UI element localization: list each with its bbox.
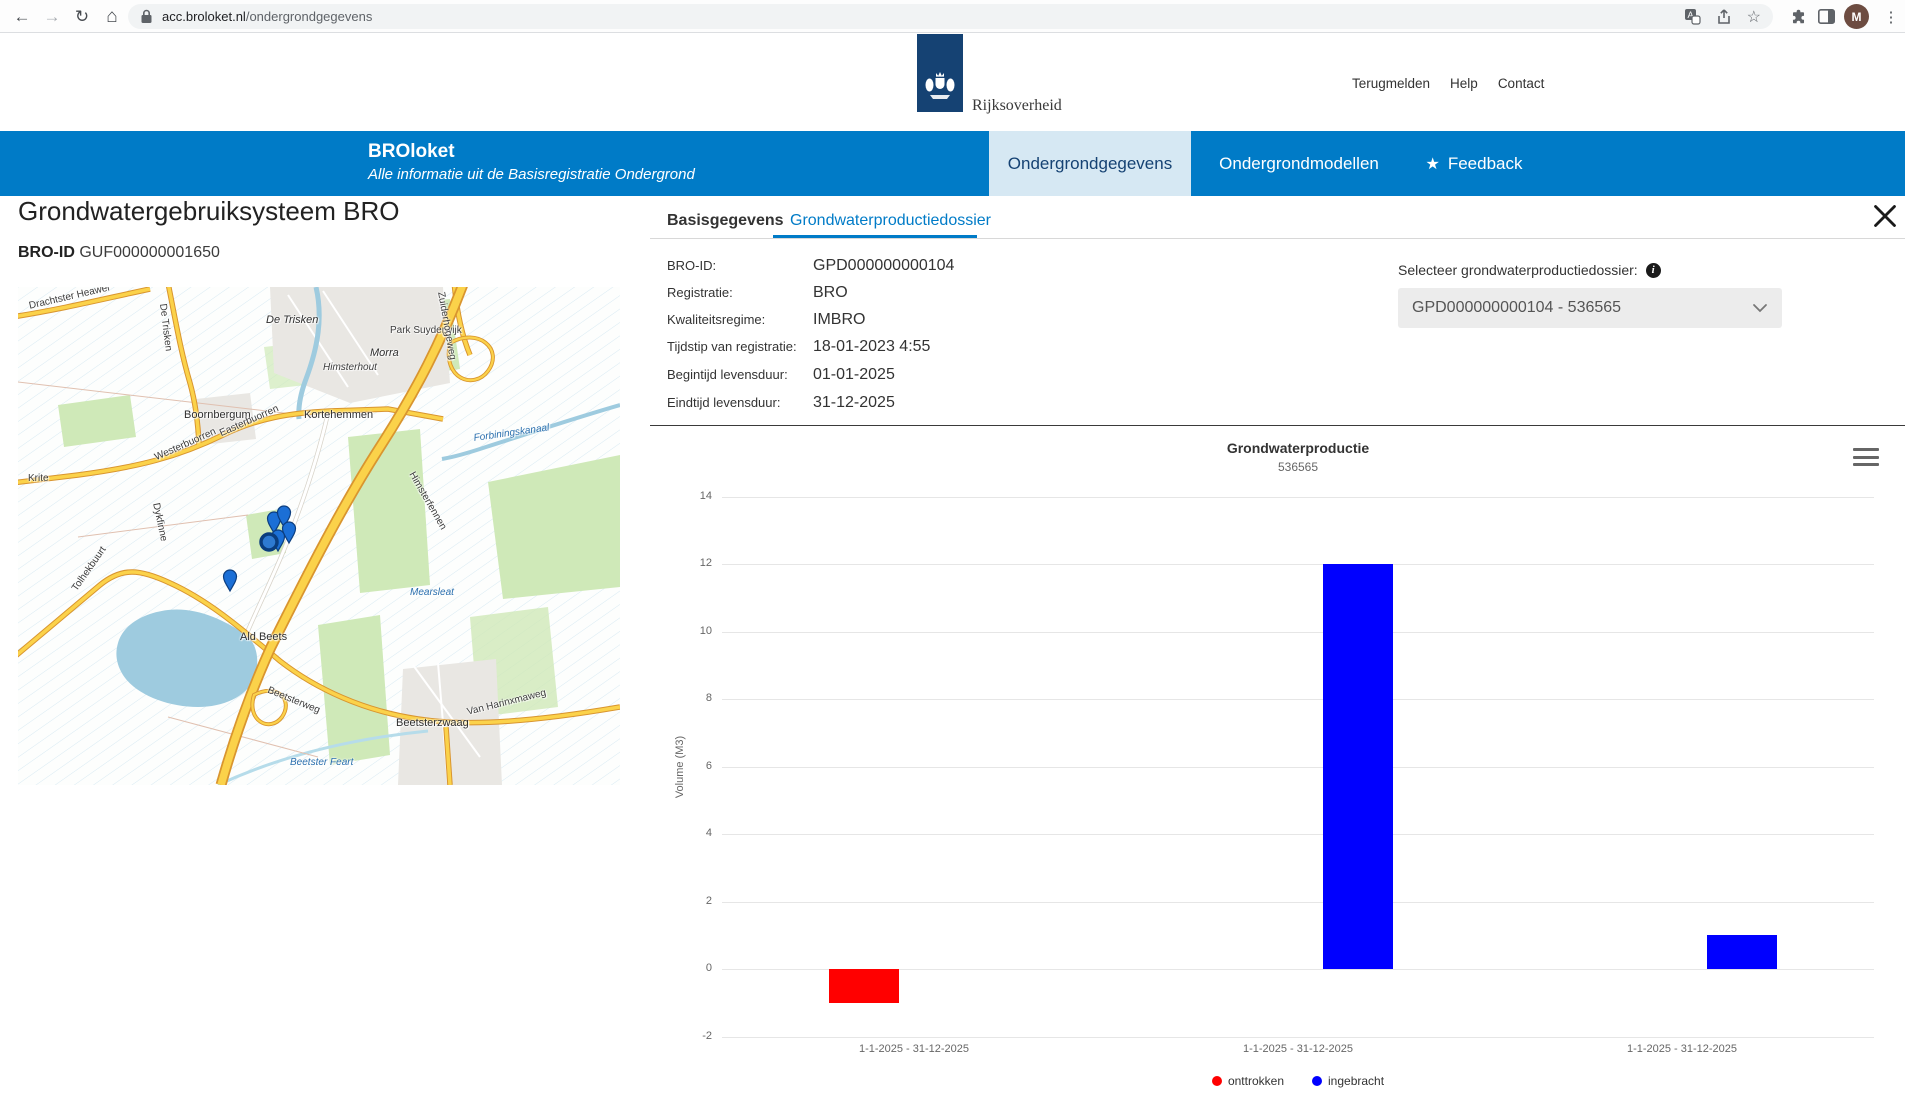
url-text: acc.broloket.nl/ondergrondgegevens	[162, 9, 372, 24]
y-tick-label: 10	[676, 625, 712, 637]
page: ← → ↻ ⌂ acc.broloket.nl/ondergrondgegeve…	[0, 0, 1905, 1111]
legend-label: onttrokken	[1228, 1074, 1284, 1088]
detail-panel: Basisgegevens Grondwaterproductiedossier…	[650, 199, 1905, 1111]
field-row: Registratie: BRO	[667, 284, 848, 302]
tab-ondergrondmodellen[interactable]: Ondergrondmodellen	[1191, 131, 1407, 196]
gridline	[722, 902, 1874, 903]
browser-toolbar: ← → ↻ ⌂ acc.broloket.nl/ondergrondgegeve…	[0, 0, 1905, 33]
map[interactable]: Drachtster Heawei De Trisken De Trisken …	[18, 287, 620, 785]
map-marker-circle[interactable]	[261, 534, 277, 550]
dossier-select-value: GPD000000000104 - 536565	[1412, 299, 1621, 317]
rijksoverheid-logo	[917, 34, 963, 112]
legend-item-ingebracht[interactable]: ingebracht	[1312, 1074, 1384, 1088]
gridline	[722, 632, 1874, 633]
chart-subtitle: 536565	[722, 460, 1874, 474]
chart-region: Grondwaterproductie 536565 Volume (M3) o…	[650, 426, 1905, 1111]
forward-icon[interactable]: →	[38, 0, 66, 33]
extensions-icon[interactable]	[1790, 8, 1807, 25]
home-icon[interactable]: ⌂	[98, 0, 126, 33]
map-label: Kortehemmen	[304, 409, 373, 421]
back-icon[interactable]: ←	[8, 0, 36, 33]
side-panel-icon[interactable]	[1818, 9, 1835, 24]
gridline	[722, 564, 1874, 565]
map-label: Beetsterzwaag	[396, 717, 469, 729]
logo-wordmark: Rijksoverheid	[972, 97, 1062, 115]
y-tick-label: 14	[676, 490, 712, 502]
site-header: Rijksoverheid Terugmelden Help Contact	[0, 34, 1905, 131]
y-tick-label: 4	[676, 827, 712, 839]
x-category-label: 1-1-2025 - 31-12-2025	[1490, 1043, 1874, 1055]
gridline	[722, 699, 1874, 700]
close-icon[interactable]	[1872, 203, 1898, 229]
bro-id-value: GUF000000001650	[79, 244, 220, 261]
gridline	[722, 497, 1874, 498]
share-icon[interactable]	[1715, 8, 1733, 25]
link-help[interactable]: Help	[1450, 76, 1478, 91]
rijksoverheid-crest-icon	[923, 69, 957, 107]
legend-item-onttrokken[interactable]: onttrokken	[1212, 1074, 1284, 1088]
y-tick-label: 8	[676, 692, 712, 704]
x-category-label: 1-1-2025 - 31-12-2025	[1106, 1043, 1490, 1055]
main-nav-bar: BROloket Alle informatie uit de Basisreg…	[0, 131, 1905, 196]
lock-icon	[140, 9, 153, 24]
dossier-select[interactable]: GPD000000000104 - 536565	[1398, 288, 1782, 328]
page-title: Grondwatergebruiksysteem BRO	[18, 196, 399, 227]
translate-icon[interactable]: A	[1684, 8, 1701, 25]
legend-dot	[1212, 1076, 1222, 1086]
star-icon: ★	[1425, 154, 1439, 174]
tabs-divider	[650, 238, 1905, 239]
y-tick-label: 0	[676, 962, 712, 974]
brand: BROloket Alle informatie uit de Basisreg…	[368, 141, 695, 183]
y-tick-label: 2	[676, 895, 712, 907]
header-links: Terugmelden Help Contact	[1352, 76, 1544, 91]
legend-label: ingebracht	[1328, 1074, 1384, 1088]
brand-subtitle: Alle informatie uit de Basisregistratie …	[368, 166, 695, 183]
gridline	[722, 767, 1874, 768]
map-label: Mearsleat	[410, 587, 454, 598]
bar-ingebracht-3[interactable]	[1707, 935, 1777, 969]
map-label: De Trisken	[266, 314, 318, 326]
brand-title: BROloket	[368, 141, 695, 163]
map-label: Beetster Feart	[290, 757, 353, 768]
tab-feedback[interactable]: ★ Feedback	[1407, 131, 1541, 196]
bookmark-star-icon[interactable]: ☆	[1747, 7, 1761, 27]
map-label: Krite	[28, 473, 49, 484]
y-tick-label: 6	[676, 760, 712, 772]
gridline	[722, 1037, 1874, 1038]
field-row: Kwaliteitsregime: IMBRO	[667, 311, 865, 329]
y-tick-label: 12	[676, 557, 712, 569]
map-label: Himsterhout	[323, 362, 377, 373]
tab-grondwaterproductiedossier[interactable]: Grondwaterproductiedossier	[790, 212, 991, 230]
chevron-down-icon	[1752, 303, 1768, 313]
bro-id-label: BRO-ID	[18, 244, 75, 261]
gridline	[722, 834, 1874, 835]
tab-ondergrondgegevens[interactable]: Ondergrondgegevens	[989, 131, 1191, 196]
dossier-selector-label: Selecteer grondwaterproductiedossier: i	[1398, 262, 1661, 278]
field-row: Begintijd levensduur: 01-01-2025	[667, 366, 895, 384]
x-category-label: 1-1-2025 - 31-12-2025	[722, 1043, 1106, 1055]
chart-menu-icon[interactable]	[1853, 446, 1879, 468]
link-terugmelden[interactable]: Terugmelden	[1352, 76, 1430, 91]
chart-legend: onttrokken ingebracht	[722, 1074, 1874, 1088]
field-row: Tijdstip van registratie: 18-01-2023 4:5…	[667, 338, 930, 356]
browser-profile-avatar[interactable]: M	[1844, 4, 1869, 29]
browser-menu-icon[interactable]: ⋮	[1877, 0, 1905, 33]
nav-tabs: Ondergrondgegevens Ondergrondmodellen ★ …	[989, 131, 1541, 196]
bar-ingebracht-2[interactable]	[1323, 564, 1393, 969]
map-label: Ald Beets	[240, 631, 287, 643]
address-bar[interactable]: acc.broloket.nl/ondergrondgegevens A ☆	[128, 4, 1773, 29]
link-contact[interactable]: Contact	[1498, 76, 1545, 91]
y-tick-label: -2	[676, 1030, 712, 1042]
tab-basisgegevens[interactable]: Basisgegevens	[667, 212, 784, 230]
map-label: Morra	[370, 347, 399, 359]
chart-title: Grondwaterproductie	[722, 440, 1874, 456]
legend-dot	[1312, 1076, 1322, 1086]
reload-icon[interactable]: ↻	[68, 0, 96, 33]
field-row: BRO-ID: GPD000000000104	[667, 257, 954, 275]
info-icon[interactable]: i	[1646, 263, 1661, 278]
bar-onttrokken-1[interactable]	[829, 969, 899, 1003]
field-row: Eindtijd levensduur: 31-12-2025	[667, 394, 895, 412]
bro-id-row: BRO-ID GUF000000001650	[18, 244, 220, 262]
